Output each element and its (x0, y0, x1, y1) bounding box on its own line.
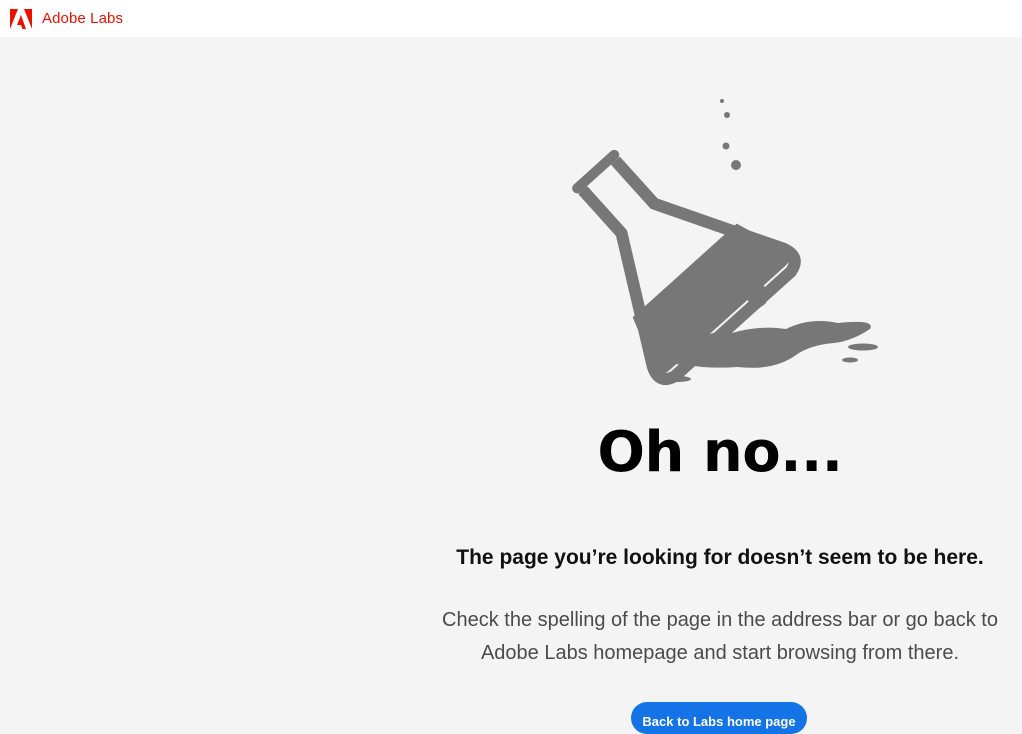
spilled-flask-icon (572, 99, 878, 386)
description-line-2: Adobe Labs homepage and start browsing f… (480, 642, 960, 664)
back-to-home-button[interactable]: Back to Labs home page (631, 702, 807, 734)
error-description: Check the spelling of the page in the ad… (430, 604, 1010, 670)
description-line-1: Check the spelling of the page in the ad… (442, 609, 998, 631)
page-title: Oh no... (597, 420, 843, 485)
adobe-logo-icon[interactable] (10, 8, 32, 29)
error-subheading: The page you’re looking for doesn’t seem… (456, 546, 984, 569)
brand-name[interactable]: Adobe Labs (42, 10, 123, 27)
top-bar: Adobe Labs (0, 0, 1022, 37)
